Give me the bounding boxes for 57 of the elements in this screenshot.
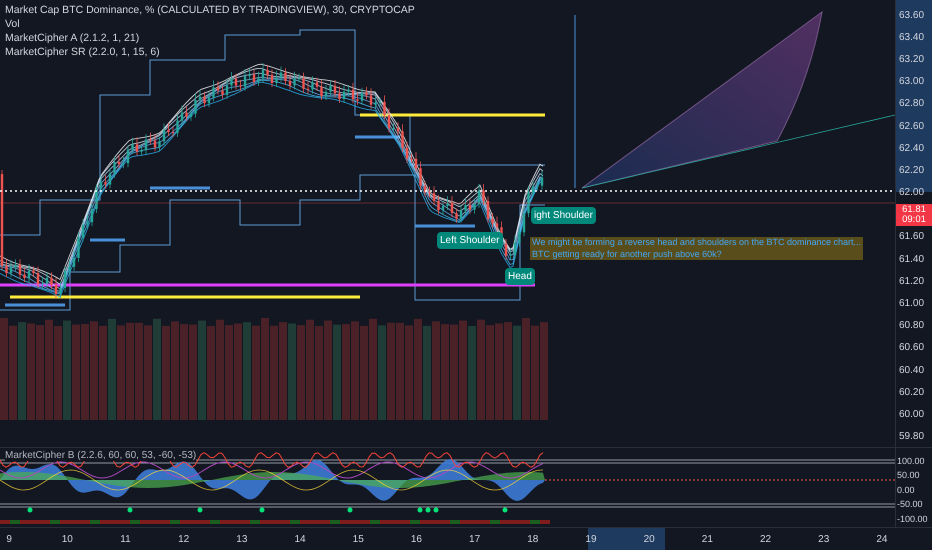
- time-axis-label: 15: [352, 532, 364, 546]
- level-line: [5, 304, 65, 306]
- price-axis-label: 61.60: [899, 230, 924, 244]
- time-axis-label: 19: [585, 532, 597, 546]
- time-axis-label: 17: [469, 532, 480, 546]
- price-axis-label: 63.40: [899, 30, 924, 45]
- price-axis-label: 60.40: [899, 364, 924, 378]
- price-axis-label: 62.40: [899, 142, 924, 156]
- time-axis-label: 16: [410, 532, 422, 546]
- price-axis-label: 61.20: [899, 274, 924, 289]
- time-axis-label: 22: [760, 532, 772, 546]
- indicator-label: MarketCipher SR (2.2.0, 1, 15, 6): [5, 45, 161, 59]
- time-axis-label: 24: [876, 532, 888, 546]
- price-axis-label: 62.80: [899, 97, 924, 112]
- time-axis-label: 23: [818, 532, 830, 546]
- indicator-label: Vol: [5, 17, 21, 31]
- oscillator-axis-label: -50.00: [897, 498, 923, 512]
- time-axis-label: 14: [294, 532, 306, 546]
- level-line: [415, 224, 475, 228]
- chart-label: Head: [505, 268, 535, 285]
- price-axis-label: 63.00: [899, 75, 924, 90]
- time-axis-label: 10: [62, 532, 73, 546]
- chart-label: Left Shoulder: [437, 232, 502, 249]
- time-axis-label: 18: [527, 532, 538, 546]
- price-axis-label: 60.80: [899, 319, 924, 334]
- price-axis-label: 62.00: [899, 186, 924, 200]
- price-axis-label: 59.80: [899, 430, 924, 444]
- oscillator-axis-label: -100.00: [897, 512, 928, 526]
- bar-countdown: 09:01: [902, 214, 926, 225]
- chart-title: Market Cap BTC Dominance, % (CALCULATED BY TRADINGVIEW), 30, CRYPTOCAP: [5, 3, 415, 17]
- price-axis-label: 60.00: [899, 408, 924, 422]
- price-axis-label: 60.20: [899, 386, 924, 400]
- time-axis-label: 20: [644, 532, 655, 546]
- chart-label: ight Shoulder: [531, 207, 596, 224]
- time-axis-label: 12: [178, 532, 190, 546]
- time-axis-label: 9: [6, 532, 12, 546]
- price-axis-label: 63.20: [899, 52, 924, 67]
- indicator-label: MarketCipher A (2.1.2, 1, 21): [5, 31, 140, 45]
- note-text: BTC getting ready for another push above 60k?: [532, 248, 723, 260]
- level-line: [90, 238, 125, 242]
- price-axis-label: 61.00: [899, 297, 924, 312]
- time-axis-label: 13: [236, 532, 248, 546]
- time-axis-label: 21: [702, 532, 713, 546]
- current-price: 61.81: [902, 204, 926, 215]
- price-axis-label: 62.20: [899, 164, 924, 178]
- level-line: [150, 186, 210, 190]
- note-text: We might be forming a reverse head and shoulders on the BTC dominance chart...: [532, 237, 862, 248]
- price-axis-label: 61.40: [899, 252, 924, 267]
- time-axis-label: 11: [120, 532, 131, 546]
- price-axis-label: 60.60: [899, 341, 924, 356]
- price-axis-label: 63.60: [899, 8, 924, 23]
- oscillator-axis-label: 50.00: [897, 469, 920, 482]
- price-axis-label: 62.60: [899, 120, 924, 134]
- oscillator-axis-label: 0.00: [897, 484, 915, 497]
- oscillator-legend: MarketCipher B (2.2.6, 60, 60, 53, -60, -53): [5, 450, 196, 461]
- oscillator-axis-label: 100.00: [897, 454, 925, 468]
- level-line: [355, 136, 400, 138]
